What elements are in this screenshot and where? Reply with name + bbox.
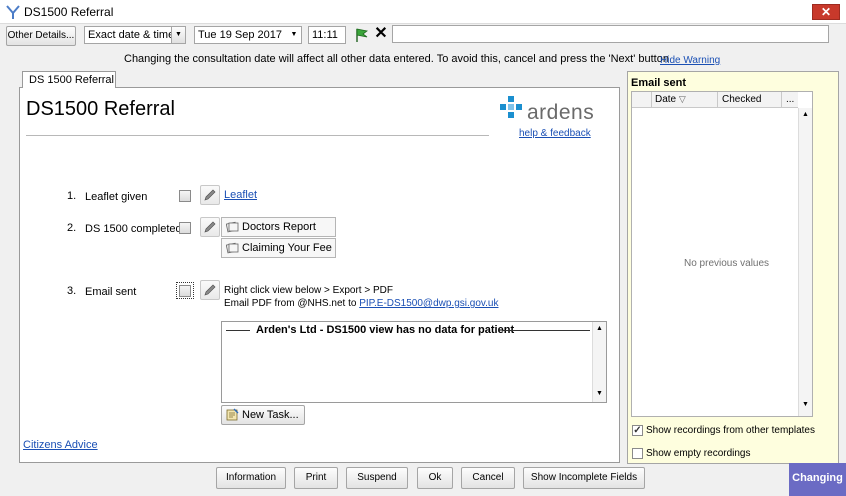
title-bar	[0, 0, 846, 24]
date-warning-text: Changing the consultation date will affe…	[124, 53, 669, 65]
grid-scrollbar[interactable]: ▲ ▼	[798, 108, 812, 416]
ardens-logo-text: ardens	[527, 101, 595, 124]
form-panel	[19, 87, 620, 463]
column-date-label: Date	[655, 94, 677, 105]
pen-icon[interactable]	[200, 280, 220, 300]
item-number: 1.	[67, 190, 77, 202]
title-divider	[26, 135, 489, 136]
previous-values-title: Email sent	[631, 77, 687, 89]
claiming-your-fee-label: Claiming Your Fee	[242, 242, 332, 254]
export-instruction: Right click view below > Export > PDF	[224, 285, 393, 296]
scroll-down-icon[interactable]: ▼	[593, 390, 606, 397]
email-instruction-prefix: Email PDF from @NHS.net to	[224, 298, 360, 309]
view-heading-rule	[226, 330, 250, 331]
column-checked[interactable]: Checked	[718, 92, 782, 107]
date-mode-value: Exact date & time	[88, 29, 175, 41]
ok-button[interactable]: Ok	[417, 467, 453, 489]
view-heading-rule	[502, 330, 590, 331]
date-mode-select[interactable]: Exact date & time ▼	[84, 26, 186, 44]
item-number: 3.	[67, 285, 77, 297]
pen-icon[interactable]	[200, 185, 220, 205]
leaflet-given-checkbox[interactable]	[179, 190, 191, 202]
pen-icon[interactable]	[200, 217, 220, 237]
hide-warning-link[interactable]: Hide Warning	[660, 55, 720, 66]
cancel-button[interactable]: Cancel	[461, 467, 515, 489]
other-details-button[interactable]: Other Details...	[6, 26, 76, 46]
date-picker[interactable]: Tue 19 Sep 2017 ▼	[194, 26, 302, 44]
show-empty-label: Show empty recordings	[646, 448, 751, 459]
chevron-down-icon[interactable]: ▼	[171, 27, 185, 43]
flag-icon[interactable]	[354, 27, 370, 43]
item-label-ds1500-completed: DS 1500 completed	[85, 223, 182, 235]
scroll-down-icon[interactable]: ▼	[799, 401, 812, 408]
column-date[interactable]: Date ▽	[652, 92, 718, 107]
new-task-button[interactable]: New Task...	[221, 405, 305, 425]
task-icon	[226, 408, 239, 421]
free-text-input[interactable]	[392, 25, 829, 43]
item-label-leaflet-given: Leaflet given	[85, 191, 148, 203]
item-number: 2.	[67, 222, 77, 234]
tab-ds1500-referral[interactable]: DS 1500 Referral	[22, 71, 116, 88]
email-address-link[interactable]: PIP.E-DS1500@dwp.gsi.gov.uk	[359, 298, 498, 309]
doctors-report-label: Doctors Report	[242, 221, 316, 233]
close-button[interactable]: ✕	[812, 4, 840, 20]
item-label-email-sent: Email sent	[85, 286, 137, 298]
clear-x-icon[interactable]: ✕	[373, 25, 389, 43]
grid-header-spacer	[632, 92, 652, 107]
show-other-templates-checkbox[interactable]: ✓	[632, 425, 643, 436]
email-instruction: Email PDF from @NHS.net to PIP.E-DS1500@…	[224, 298, 499, 309]
ds1500-completed-checkbox[interactable]	[179, 222, 191, 234]
sort-down-icon: ▽	[678, 94, 686, 104]
document-stack-icon	[225, 221, 239, 233]
suspend-button[interactable]: Suspend	[346, 467, 408, 489]
claiming-your-fee-button[interactable]: Claiming Your Fee	[221, 238, 336, 258]
time-input[interactable]: 11:11	[308, 26, 346, 44]
status-badge: Changing	[789, 463, 846, 496]
form-title: DS1500 Referral	[26, 98, 175, 120]
citizens-advice-link[interactable]: Citizens Advice	[23, 439, 98, 451]
chevron-down-icon[interactable]: ▼	[287, 27, 301, 43]
ardens-logo-icon	[499, 95, 523, 119]
window-title: DS1500 Referral	[24, 5, 114, 19]
leaflet-link[interactable]: Leaflet	[224, 189, 257, 201]
email-sent-checkbox[interactable]	[179, 285, 191, 297]
view-scrollbar[interactable]: ▲ ▼	[592, 322, 606, 402]
no-previous-values-text: No previous values	[684, 258, 770, 269]
scroll-up-icon[interactable]: ▲	[593, 325, 606, 332]
date-value: Tue 19 Sep 2017	[198, 29, 282, 41]
show-incomplete-fields-button[interactable]: Show Incomplete Fields	[523, 467, 645, 489]
doctors-report-button[interactable]: Doctors Report	[221, 217, 336, 237]
help-feedback-link[interactable]: help & feedback	[519, 128, 591, 139]
scroll-up-icon[interactable]: ▲	[799, 111, 812, 118]
app-icon	[5, 4, 21, 20]
document-stack-icon	[225, 242, 239, 254]
previous-values-grid[interactable]	[631, 91, 813, 417]
show-empty-checkbox[interactable]	[632, 448, 643, 459]
view-heading: Arden's Ltd - DS1500 view has no data fo…	[256, 324, 515, 336]
information-button[interactable]: Information	[216, 467, 286, 489]
grid-header: Date ▽ Checked ...	[632, 92, 798, 108]
show-other-templates-label: Show recordings from other templates	[646, 425, 815, 436]
new-task-label: New Task...	[242, 409, 299, 421]
column-more[interactable]: ...	[782, 92, 798, 107]
print-button[interactable]: Print	[294, 467, 338, 489]
